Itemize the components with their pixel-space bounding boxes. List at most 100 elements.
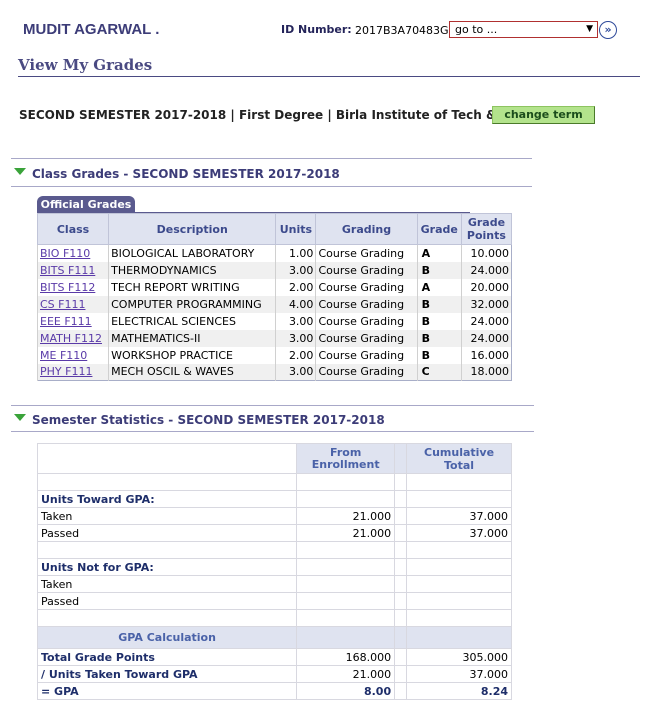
section-divider xyxy=(11,158,532,159)
taken-cumulative-value: 37.000 xyxy=(406,507,512,525)
collapse-triangle-icon[interactable] xyxy=(14,414,26,421)
course-units-cell: 2.00 xyxy=(275,346,316,364)
grade-points: 10.000 xyxy=(470,246,510,260)
taken-label: Taken xyxy=(36,507,298,525)
col-header-grading: Grading xyxy=(315,213,418,245)
units-taken-gpa-cumulative: 37.000 xyxy=(406,665,512,683)
grade-points: 18.000 xyxy=(470,365,510,379)
grade-row: EEE F111 ELECTRICAL SCIENCES 3.00 Course Gr… xyxy=(36,312,512,330)
grade-row: PHY F111 MECH OSCIL & WAVES 3.00 Course Gra… xyxy=(36,363,512,381)
collapse-triangle-icon[interactable] xyxy=(14,168,26,175)
term-description: SECOND SEMESTER 2017-2018 | First Degree… xyxy=(19,108,521,122)
course-grade: A xyxy=(421,246,431,260)
grading-basis: Course Grading xyxy=(318,246,405,260)
grade-row: CS F111 COMPUTER PROGRAMMING 4.00 Course Gr… xyxy=(36,295,512,313)
class-link[interactable]: CS F111 xyxy=(40,298,85,311)
class-link-cell: BITS F111 xyxy=(36,261,109,279)
grading-basis-cell: Course Grading xyxy=(315,312,418,330)
gpa-label: = GPA xyxy=(36,682,298,700)
class-link[interactable]: PHY F111 xyxy=(40,365,92,378)
stats-row: = GPA 8.00 8.24 xyxy=(36,682,512,700)
course-description: WORKSHOP PRACTICE xyxy=(111,348,233,362)
grade-points-cell: 20.000 xyxy=(460,278,512,296)
course-grade-cell: B xyxy=(416,329,462,347)
grade-points: 24.000 xyxy=(470,314,510,328)
class-link[interactable]: BITS F112 xyxy=(40,281,95,294)
grade-points: 24.000 xyxy=(470,263,510,277)
class-link-cell: PHY F111 xyxy=(36,363,109,381)
col-header-units: Units xyxy=(275,213,317,245)
course-description: THERMODYNAMICS xyxy=(111,263,217,277)
goto-arrow-icon[interactable]: » xyxy=(599,21,617,39)
grade-points: 20.000 xyxy=(470,280,510,294)
class-link[interactable]: BITS F111 xyxy=(40,264,95,277)
course-description-cell: ELECTRICAL SCIENCES xyxy=(108,312,276,330)
grade-points-cell: 32.000 xyxy=(460,295,512,313)
stats-blank-cell xyxy=(36,443,298,474)
course-description-cell: COMPUTER PROGRAMMING xyxy=(108,295,276,313)
grading-basis-cell: Course Grading xyxy=(315,363,418,381)
grade-points: 16.000 xyxy=(470,348,510,362)
class-link[interactable]: EEE F111 xyxy=(40,315,92,328)
course-grade-cell: B xyxy=(416,346,462,364)
grade-row: BITS F111 THERMODYNAMICS 3.00 Course Gradin… xyxy=(36,261,512,279)
units-taken-gpa-label: / Units Taken Toward GPA xyxy=(36,665,298,683)
section-divider xyxy=(11,431,534,432)
taken-enrollment-value: 21.000 xyxy=(296,507,396,525)
course-grade: C xyxy=(421,365,430,379)
stats-table: From Enrollment Cumulative Total Units T… xyxy=(36,443,512,700)
goto-select-value: go to ... xyxy=(455,23,498,36)
grade-row: BITS F112 TECH REPORT WRITING 2.00 Course G… xyxy=(36,278,512,296)
course-grade-cell: A xyxy=(416,278,462,296)
course-description-cell: TECH REPORT WRITING xyxy=(108,278,276,296)
grading-basis: Course Grading xyxy=(318,263,405,277)
units-taken-gpa-enrollment: 21.000 xyxy=(296,665,396,683)
class-link[interactable]: BIO F110 xyxy=(40,247,90,260)
course-grade-cell: B xyxy=(416,295,462,313)
gpa-calculation-header: GPA Calculation xyxy=(36,626,298,649)
course-grade: B xyxy=(421,348,430,362)
col-header-cumulative-total: Cumulative Total xyxy=(406,443,512,474)
grading-basis-cell: Course Grading xyxy=(315,329,418,347)
course-units: 4.00 xyxy=(288,297,314,311)
class-grades-title: Class Grades - SECOND SEMESTER 2017-2018 xyxy=(32,167,340,181)
stats-row: Units Toward GPA: xyxy=(36,490,512,508)
class-link-cell: EEE F111 xyxy=(36,312,109,330)
page-title: View My Grades xyxy=(18,56,153,74)
id-number-value: 2017B3A70483G xyxy=(355,24,449,37)
course-description-cell: THERMODYNAMICS xyxy=(108,261,276,279)
stats-row xyxy=(36,473,512,491)
course-description: MECH OSCIL & WAVES xyxy=(111,365,234,379)
total-grade-points-cumulative: 305.000 xyxy=(406,648,512,666)
stats-header-row: From Enrollment Cumulative Total xyxy=(36,443,512,474)
course-units: 2.00 xyxy=(288,280,314,294)
stats-row xyxy=(36,541,512,559)
total-grade-points-label: Total Grade Points xyxy=(36,648,298,666)
class-link[interactable]: ME F110 xyxy=(40,349,87,362)
dropdown-arrow-icon: ▼ xyxy=(586,24,593,34)
course-description: BIOLOGICAL LABORATORY xyxy=(111,246,255,260)
grade-row: BIO F110 BIOLOGICAL LABORATORY 1.00 Course … xyxy=(36,244,512,262)
course-grade: B xyxy=(421,331,430,345)
stats-row: Taken xyxy=(36,575,512,593)
course-grade-cell: C xyxy=(416,363,462,381)
semester-stats-title: Semester Statistics - SECOND SEMESTER 20… xyxy=(32,413,385,427)
goto-select[interactable]: go to ... ▼ xyxy=(449,21,598,38)
course-description: COMPUTER PROGRAMMING xyxy=(111,297,262,311)
grading-basis-cell: Course Grading xyxy=(315,346,418,364)
course-description: TECH REPORT WRITING xyxy=(111,280,240,294)
grading-basis-cell: Course Grading xyxy=(315,278,418,296)
grade-row: ME F110 WORKSHOP PRACTICE 2.00 Course Gradi… xyxy=(36,346,512,364)
grading-basis-cell: Course Grading xyxy=(315,295,418,313)
grading-basis: Course Grading xyxy=(318,348,405,362)
change-term-button[interactable]: change term xyxy=(492,106,595,124)
grade-points-cell: 24.000 xyxy=(460,261,512,279)
grading-basis: Course Grading xyxy=(318,297,405,311)
section-divider xyxy=(11,186,532,187)
section-divider xyxy=(11,405,534,406)
tab-official-grades[interactable]: Official Grades xyxy=(37,196,135,213)
course-units: 1.00 xyxy=(288,246,314,260)
grade-points-cell: 16.000 xyxy=(460,346,512,364)
course-description-cell: MECH OSCIL & WAVES xyxy=(108,363,276,381)
class-link[interactable]: MATH F112 xyxy=(40,332,102,345)
